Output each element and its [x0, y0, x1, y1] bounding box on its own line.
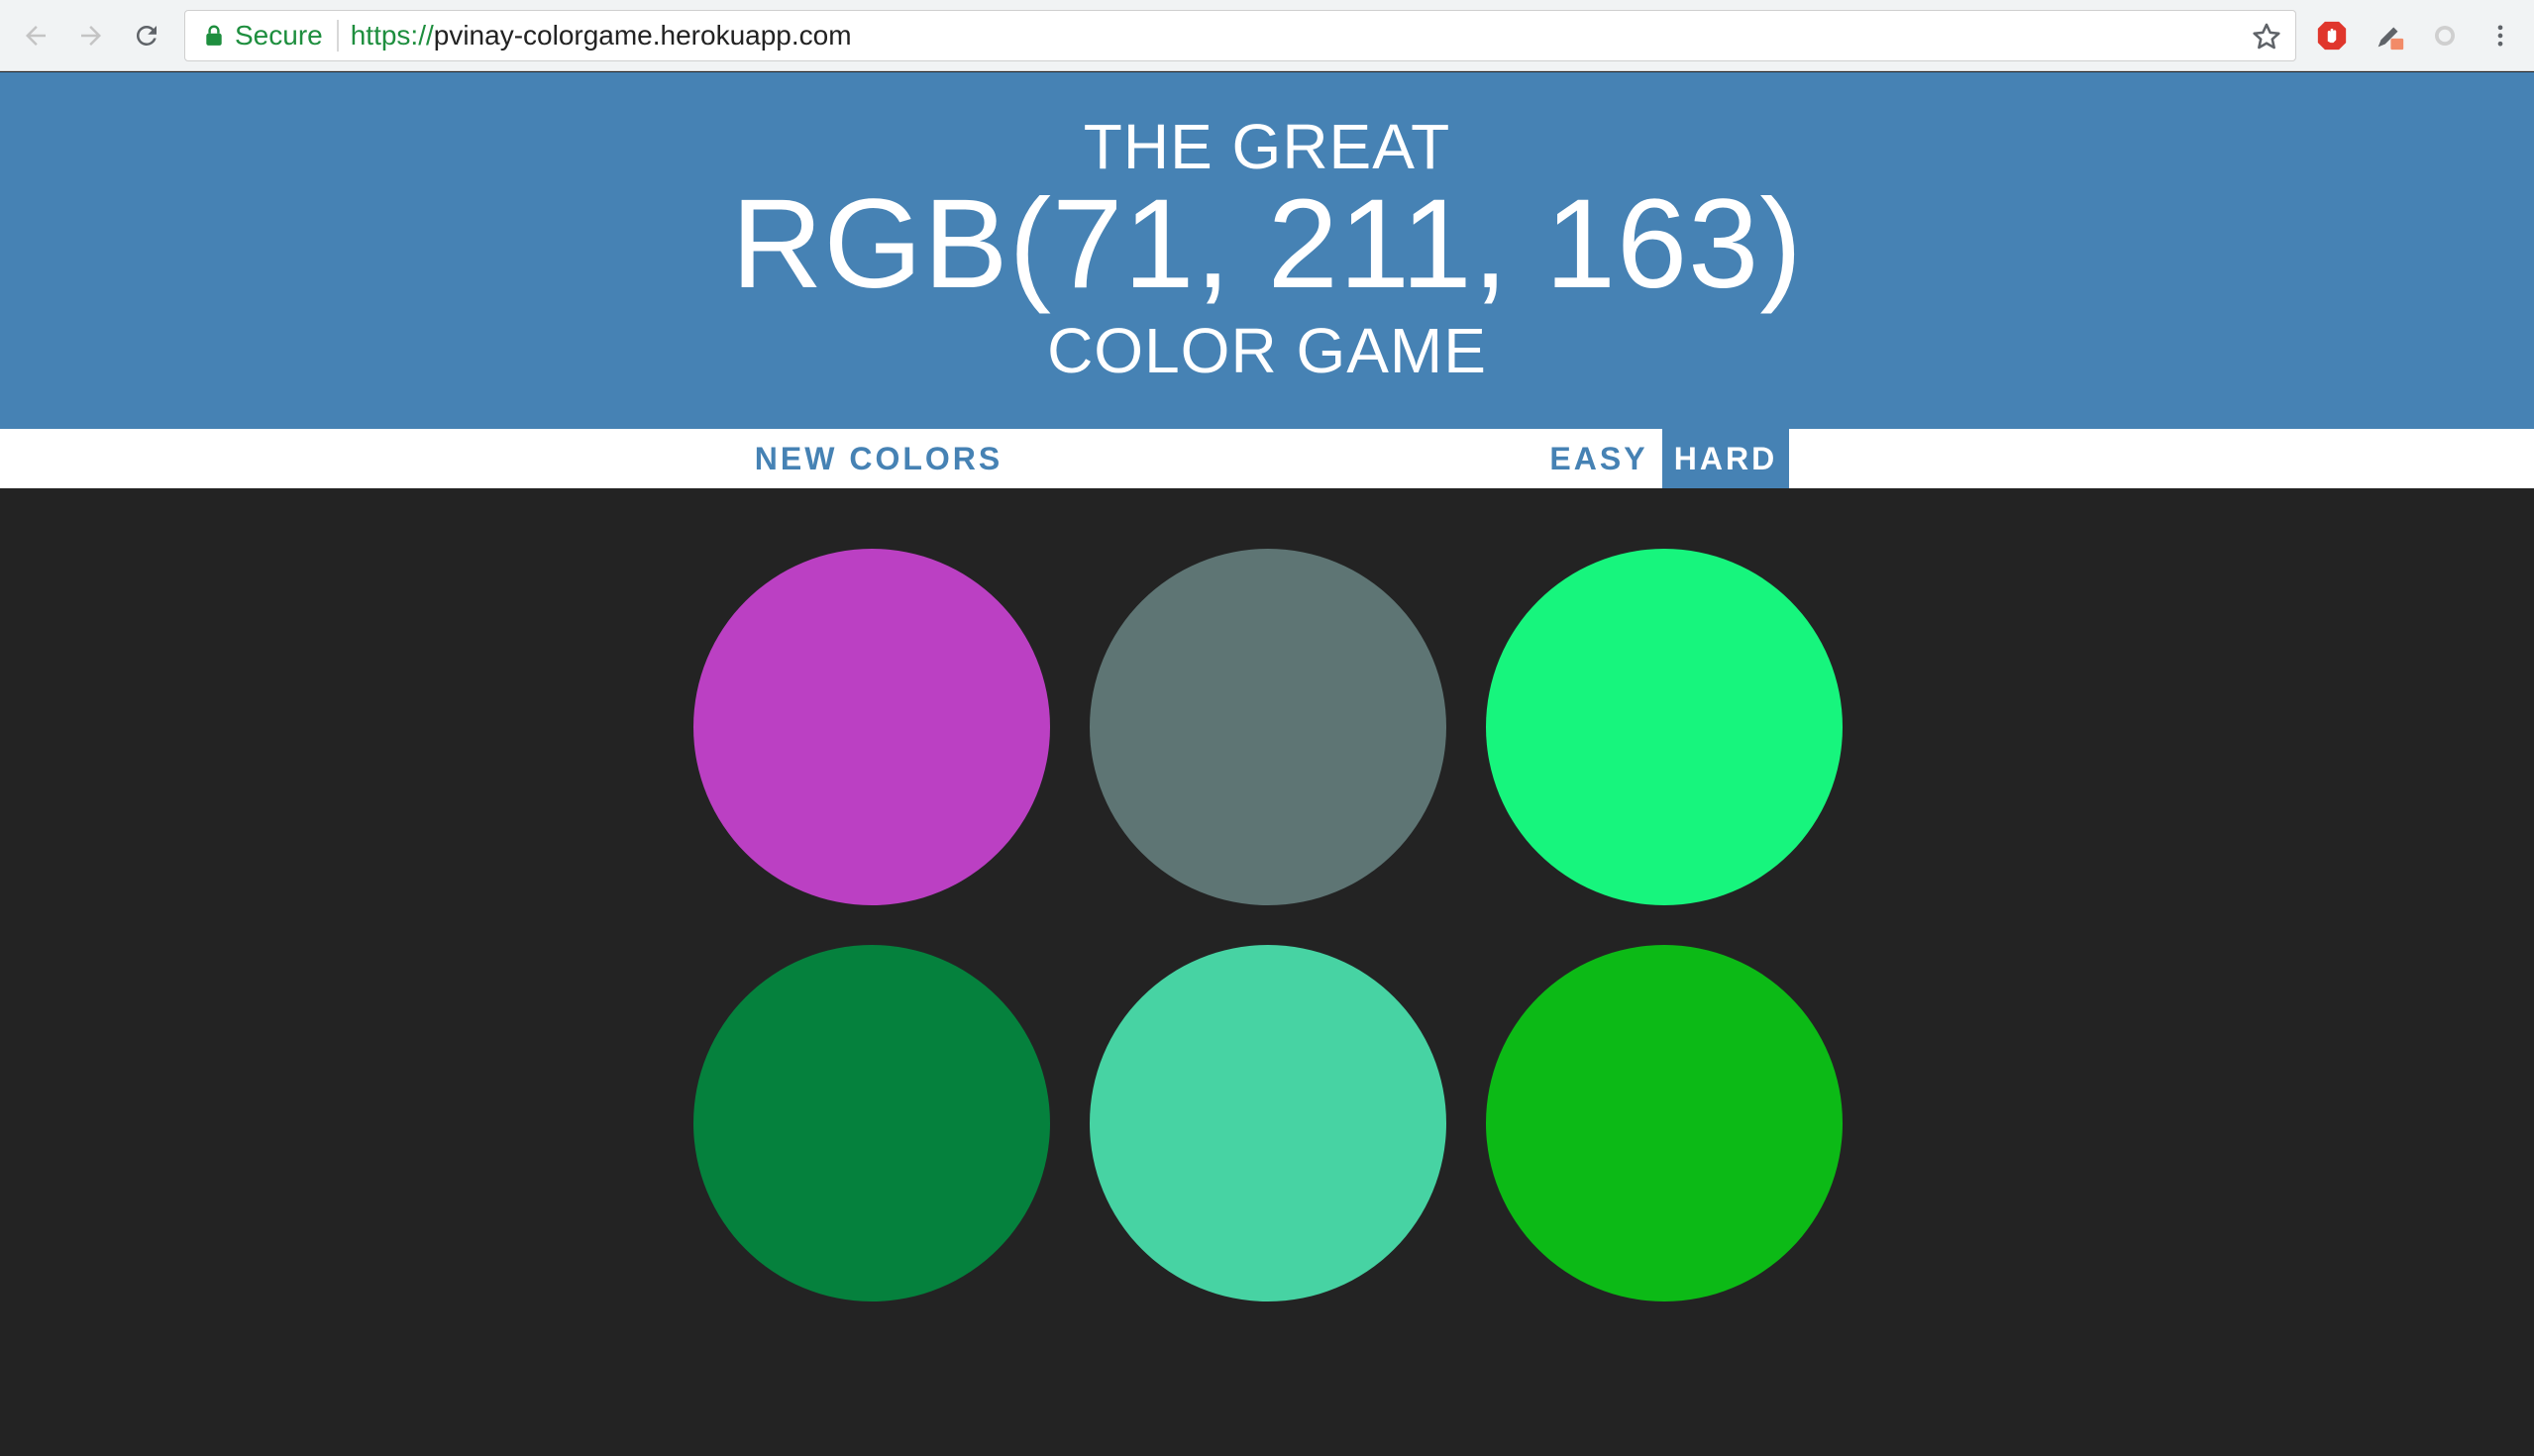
hard-mode-button[interactable]: HARD	[1662, 429, 1789, 488]
color-square[interactable]	[1090, 549, 1446, 905]
controls-stripe: NEW COLORS EASY HARD	[0, 429, 2534, 488]
new-colors-button[interactable]: NEW COLORS	[751, 429, 1006, 488]
extension-icon[interactable]	[2427, 18, 2463, 53]
reload-icon	[136, 25, 157, 46]
title-line-color-game: COLOR GAME	[1047, 315, 1487, 386]
target-rgb-display: RGB(71, 211, 163)	[731, 173, 1803, 315]
easy-mode-button[interactable]: EASY	[1536, 429, 1661, 488]
color-square[interactable]	[1090, 945, 1446, 1301]
reload-button[interactable]	[125, 14, 168, 57]
arrow-left-icon	[26, 26, 46, 46]
color-square[interactable]	[1486, 549, 1843, 905]
lock-icon	[203, 23, 225, 49]
omnibox-divider	[336, 20, 339, 52]
address-bar[interactable]: Secure https:// pvinay-colorgame.herokua…	[184, 10, 2296, 61]
star-icon[interactable]	[2250, 20, 2283, 53]
back-button[interactable]	[14, 14, 57, 57]
color-square[interactable]	[693, 945, 1050, 1301]
game-header: THE GREAT RGB(71, 211, 163) COLOR GAME	[0, 72, 2534, 429]
kebab-menu-icon[interactable]	[2482, 18, 2518, 53]
secure-label: Secure	[235, 20, 323, 51]
arrow-right-icon	[81, 26, 101, 46]
adblock-extension-icon[interactable]	[2314, 18, 2350, 53]
url-scheme: https://	[350, 20, 434, 51]
browser-toolbar: Secure https:// pvinay-colorgame.herokua…	[0, 0, 2534, 71]
color-board	[0, 488, 2534, 1456]
color-square[interactable]	[693, 549, 1050, 905]
forward-button[interactable]	[69, 14, 113, 57]
color-square[interactable]	[1486, 945, 1843, 1301]
eyedropper-extension-icon[interactable]	[2372, 18, 2407, 53]
url-host: pvinay-colorgame.herokuapp.com	[433, 20, 852, 51]
